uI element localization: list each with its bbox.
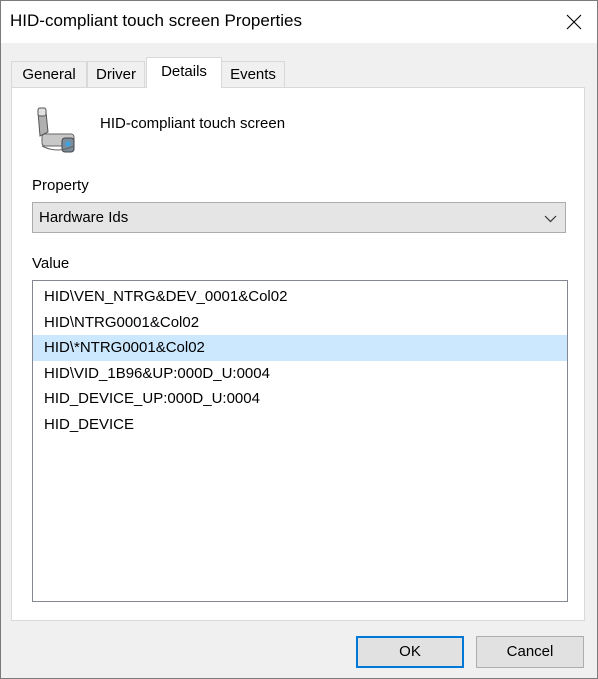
list-item[interactable]: HID\NTRG0001&Col02 — [33, 310, 567, 336]
property-select[interactable]: Hardware Ids — [32, 202, 566, 233]
list-item[interactable]: HID_DEVICE_UP:000D_U:0004 — [33, 386, 567, 412]
window-title: HID-compliant touch screen Properties — [10, 11, 302, 30]
ok-button[interactable]: OK — [356, 636, 464, 668]
tab-general[interactable]: General — [11, 61, 87, 87]
close-button[interactable] — [551, 1, 597, 43]
close-icon — [566, 14, 582, 30]
list-item[interactable]: HID\VEN_NTRG&DEV_0001&Col02 — [33, 284, 567, 310]
value-label: Value — [32, 255, 70, 272]
tab-events[interactable]: Events — [221, 61, 285, 87]
tab-details[interactable]: Details — [146, 57, 222, 88]
list-item[interactable]: HID\VID_1B96&UP:000D_U:0004 — [33, 361, 567, 387]
properties-dialog: HID-compliant touch screen Properties Ge… — [0, 0, 598, 679]
tab-driver[interactable]: Driver — [87, 61, 145, 87]
property-label: Property — [32, 177, 89, 194]
list-item-selected[interactable]: HID\*NTRG0001&Col02 — [33, 335, 567, 361]
title-bar[interactable]: HID-compliant touch screen Properties — [1, 1, 597, 43]
property-selected-value: Hardware Ids — [39, 209, 129, 226]
cancel-button[interactable]: Cancel — [476, 636, 584, 668]
touch-screen-device-icon — [37, 107, 75, 153]
value-listbox[interactable]: HID\VEN_NTRG&DEV_0001&Col02 HID\NTRG0001… — [32, 280, 568, 602]
details-panel: HID-compliant touch screen Property Hard… — [11, 87, 585, 621]
chevron-down-icon — [544, 215, 557, 223]
list-item[interactable]: HID_DEVICE — [33, 412, 567, 438]
device-name: HID-compliant touch screen — [100, 115, 286, 132]
